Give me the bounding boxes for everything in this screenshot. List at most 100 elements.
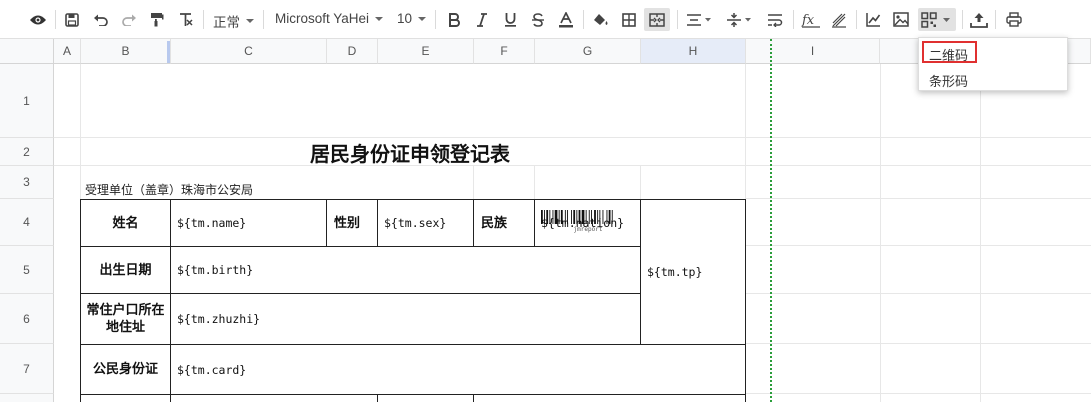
chevron-down-icon [375,16,384,21]
chart-icon[interactable] [862,8,884,31]
fill-color-icon[interactable] [590,8,612,31]
font-size-select[interactable]: 10 [397,11,427,26]
format-select-label: 正常 [213,15,240,30]
format-select[interactable]: 正常 [213,11,254,31]
gridline [80,64,81,199]
label-birth[interactable]: 出生日期 [81,247,170,293]
gridline [640,166,641,199]
field-nation[interactable]: ${tm.nation} [535,200,640,246]
font-family-label: Microsoft YaHei [275,11,370,26]
spreadsheet-grid[interactable]: A B C D E F G H I 1 2 3 4 5 6 7 居民身份证申领登 [0,39,1091,402]
gridline [745,343,1091,344]
formula-icon[interactable]: fx [800,8,822,31]
toolbar-separator [583,10,584,29]
toolbar-separator [793,10,794,29]
toolbar-separator [856,10,857,29]
field-address[interactable]: ${tm.zhuzhi} [171,294,640,344]
field-birth[interactable]: ${tm.birth} [171,247,640,293]
border-icon[interactable] [618,8,640,31]
italic-icon[interactable] [471,8,493,31]
row-header-8[interactable] [0,394,54,402]
chevron-down-icon [418,16,427,21]
row-header-3[interactable]: 3 [0,166,54,199]
field-name[interactable]: ${tm.name} [171,200,326,246]
field-sex[interactable]: ${tm.sex} [378,200,473,246]
clear-format-icon[interactable] [174,8,196,31]
column-header-a[interactable]: A [54,39,81,64]
menu-item-qrcode[interactable]: 二维码 [929,45,968,64]
column-header-h[interactable]: H [641,39,746,64]
label-sex[interactable]: 性别 [327,200,367,246]
gridline [473,166,474,199]
toolbar-separator [995,10,996,29]
gridline [745,198,1091,199]
form-border [377,394,378,402]
column-resize-handle[interactable] [167,41,170,63]
strikethrough-icon[interactable] [527,8,549,31]
label-name[interactable]: 姓名 [81,200,170,246]
toolbar: 正常 Microsoft YaHei 10 fx [0,0,1091,39]
form-border [80,394,746,395]
print-icon[interactable] [1003,8,1025,31]
image-icon[interactable] [890,8,912,31]
barcode-type-dropdown: 二维码 条形码 [918,37,1068,91]
row-header-1[interactable]: 1 [0,64,54,138]
row-header-4[interactable]: 4 [0,199,54,246]
undo-icon[interactable] [90,8,112,31]
gridline [880,64,881,402]
merge-cells-icon[interactable] [644,8,670,31]
gridline [534,166,535,199]
toolbar-separator [962,10,963,29]
select-all-corner[interactable] [0,39,54,64]
align-icon[interactable] [684,8,714,31]
field-card[interactable]: ${tm.card} [171,345,745,394]
toolbar-separator [263,10,264,29]
gridline [980,64,981,402]
redo-icon[interactable] [118,8,140,31]
gridline [745,293,1091,294]
upload-icon[interactable] [968,8,990,31]
column-header-i[interactable]: I [746,39,880,64]
field-photo[interactable]: ${tm.tp} [641,200,745,344]
column-header-g[interactable]: G [535,39,641,64]
font-size-label: 10 [397,11,413,26]
sheet-title[interactable]: 居民身份证申领登记表 [170,138,650,166]
row-header-2[interactable]: 2 [0,138,54,166]
row-header-7[interactable]: 7 [0,344,54,394]
font-color-icon[interactable] [555,8,577,31]
valign-icon[interactable] [724,8,754,31]
menu-item-barcode[interactable]: 条形码 [929,71,968,90]
form-border [745,199,746,402]
format-painter-icon[interactable] [146,8,168,31]
toolbar-separator [677,10,678,29]
gridline [54,137,81,138]
text-wrap-icon[interactable] [764,8,786,31]
save-icon[interactable] [62,8,82,31]
svg-text:fx: fx [801,13,815,28]
column-header-f[interactable]: F [474,39,535,64]
issuer-text[interactable]: 受理单位（盖章）珠海市公安局 [85,180,253,198]
gridline [745,393,1091,394]
label-nation[interactable]: 民族 [474,200,514,246]
chevron-down-icon [246,19,254,23]
label-address[interactable]: 常住户口所在地住址 [83,294,168,344]
toolbar-separator [55,10,56,29]
label-card[interactable]: 公民身份证 [81,345,170,394]
qrcode-icon[interactable] [918,8,956,31]
slash-icon[interactable] [828,8,850,31]
column-header-e[interactable]: E [378,39,474,64]
page-break-line [770,39,772,402]
bold-icon[interactable] [443,8,465,31]
column-header-c[interactable]: C [171,39,327,64]
form-border [473,394,474,402]
underline-icon[interactable] [499,8,521,31]
column-header-d[interactable]: D [327,39,378,64]
preview-icon[interactable] [27,8,49,31]
column-header-b[interactable]: B [81,39,171,64]
gridline [745,245,1091,246]
row-header-6[interactable]: 6 [0,294,54,344]
font-family-select[interactable]: Microsoft YaHei [275,11,384,26]
row-header-5[interactable]: 5 [0,246,54,294]
toolbar-separator [435,10,436,29]
toolbar-separator [203,10,204,29]
